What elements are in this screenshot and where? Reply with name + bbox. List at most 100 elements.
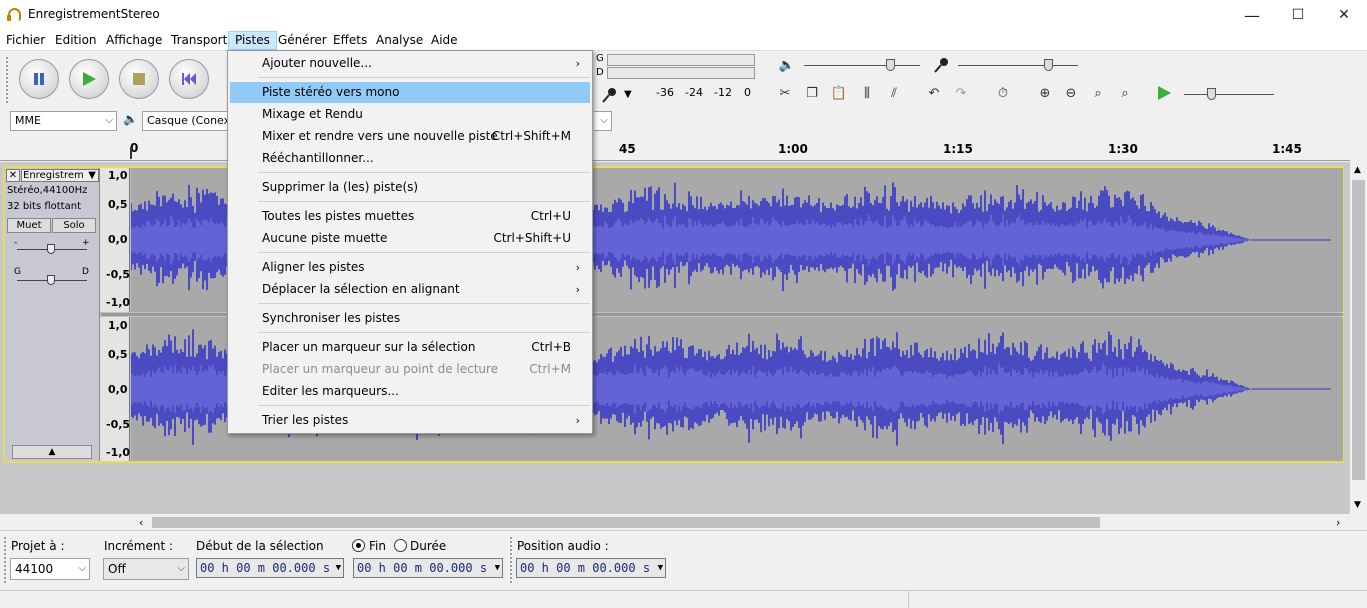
- menu-generer[interactable]: Générer: [272, 31, 333, 50]
- collapse-up-icon: ▲: [48, 447, 56, 457]
- selection-start-dropdown-icon[interactable]: ▼: [336, 559, 341, 577]
- gain-slider-thumb[interactable]: [47, 244, 55, 254]
- cut-icon[interactable]: ✂: [774, 82, 796, 104]
- meter-tick-12: -12: [714, 86, 732, 99]
- sync-lock-icon[interactable]: ⏱: [992, 82, 1014, 104]
- menu-item-sort-tracks[interactable]: Trier les pistes ›: [230, 410, 590, 431]
- recording-meter-left[interactable]: [607, 54, 755, 66]
- menu-fichier[interactable]: Fichier: [0, 31, 51, 50]
- collapse-track-button[interactable]: ▲: [12, 445, 92, 459]
- trim-icon[interactable]: ⫼: [856, 82, 878, 104]
- menu-item-align-tracks[interactable]: Aligner les pistes ›: [230, 257, 590, 278]
- audio-position-grip[interactable]: [510, 537, 512, 583]
- track-close-button[interactable]: ✕: [6, 169, 20, 182]
- menu-item-mix-render-new-track[interactable]: Mixer et rendre vers une nouvelle piste C…: [230, 126, 590, 147]
- ruler-label-1-45: 1:45: [1272, 142, 1302, 156]
- undo-icon[interactable]: ↶: [923, 82, 945, 104]
- zoom-out-icon[interactable]: ⊖: [1060, 82, 1082, 104]
- playback-volume-slider[interactable]: [804, 65, 920, 66]
- selection-end-value: 00 h 00 m 00.000 s: [357, 561, 488, 575]
- playhead-marker[interactable]: [130, 147, 136, 159]
- output-device-dropdown[interactable]: ⌵: [594, 111, 612, 131]
- menu-item-mix-render[interactable]: Mixage et Rendu: [230, 104, 590, 125]
- copy-icon[interactable]: ❐: [801, 82, 823, 104]
- play-at-speed-button[interactable]: [1153, 82, 1175, 104]
- close-button[interactable]: ✕: [1321, 0, 1367, 30]
- menu-item-edit-labels[interactable]: Editer les marqueurs...: [230, 381, 590, 402]
- record-volume-slider[interactable]: [958, 65, 1078, 66]
- pause-button[interactable]: [19, 59, 59, 99]
- selection-end-dropdown-icon[interactable]: ▼: [495, 559, 500, 577]
- output-device-select[interactable]: Casque (Conexan: [142, 111, 232, 131]
- meter-dropdown-arrow[interactable]: ▼: [624, 89, 632, 100]
- stop-button[interactable]: [119, 59, 159, 99]
- pan-slider-thumb[interactable]: [47, 275, 55, 285]
- horizontal-scrollbar[interactable]: ‹ ›: [0, 515, 1350, 530]
- record-volume-thumb[interactable]: [1044, 59, 1053, 71]
- menu-edition[interactable]: Edition: [49, 31, 103, 50]
- scroll-left-icon[interactable]: ‹: [139, 516, 143, 529]
- fit-selection-icon[interactable]: ⌕: [1087, 82, 1109, 104]
- menu-item-stereo-to-mono[interactable]: Piste stéréo vers mono: [230, 82, 590, 103]
- selection-toolbar-grip[interactable]: [4, 537, 6, 583]
- menu-affichage[interactable]: Affichage: [100, 31, 168, 50]
- menu-item-remove-tracks[interactable]: Supprimer la (les) piste(s): [230, 177, 590, 198]
- track-mute-button[interactable]: Muet: [7, 218, 51, 233]
- scroll-right-icon[interactable]: ›: [1336, 516, 1340, 529]
- microphone-icon[interactable]: [598, 84, 620, 106]
- fit-project-icon[interactable]: ⌕: [1114, 82, 1136, 104]
- end-radio[interactable]: [352, 539, 365, 552]
- scroll-down-icon[interactable]: ▼: [1354, 500, 1361, 510]
- project-rate-select[interactable]: 44100 ⌵: [10, 558, 90, 580]
- menu-item-mute-all[interactable]: Toutes les pistes muettes Ctrl+U: [230, 206, 590, 227]
- scale-r-neg-0-5: -0,5: [106, 418, 131, 431]
- track-solo-button[interactable]: Solo: [52, 218, 96, 233]
- toolbar-grip[interactable]: [6, 57, 10, 103]
- zoom-in-icon[interactable]: ⊕: [1034, 82, 1056, 104]
- menu-separator: [258, 252, 590, 253]
- vertical-scroll-thumb[interactable]: [1352, 180, 1365, 480]
- play-speed-slider[interactable]: [1184, 94, 1274, 95]
- play-button[interactable]: [69, 59, 109, 99]
- vertical-scrollbar[interactable]: ▲ ▼: [1350, 162, 1367, 515]
- menu-item-add-new-label: Ajouter nouvelle...: [262, 56, 372, 70]
- audio-position-dropdown-icon[interactable]: ▼: [658, 559, 663, 577]
- menu-item-add-new[interactable]: Ajouter nouvelle... ›: [230, 53, 590, 74]
- selection-start-label: Début de la sélection: [196, 539, 324, 553]
- menu-analyse[interactable]: Analyse: [370, 31, 429, 50]
- audio-position-value: 00 h 00 m 00.000 s: [520, 561, 651, 575]
- playback-volume-thumb[interactable]: [886, 59, 895, 71]
- horizontal-scroll-thumb[interactable]: [152, 517, 1100, 528]
- minimize-button[interactable]: —: [1229, 0, 1275, 30]
- menu-item-move-selection-align[interactable]: Déplacer la sélection en alignant ›: [230, 279, 590, 300]
- duration-radio[interactable]: [394, 539, 407, 552]
- recording-meter-right[interactable]: [607, 67, 755, 79]
- track-bit-depth-info: 32 bits flottant: [7, 201, 81, 212]
- menu-item-label-at-selection[interactable]: Placer un marqueur sur la sélection Ctrl+…: [230, 337, 590, 358]
- paste-icon[interactable]: 📋: [828, 82, 850, 104]
- gain-plus-label: +: [82, 238, 90, 248]
- skip-start-button[interactable]: [169, 59, 209, 99]
- menu-effets[interactable]: Effets: [327, 31, 373, 50]
- menu-item-resample[interactable]: Rééchantillonner...: [230, 148, 590, 169]
- menu-aide[interactable]: Aide: [425, 31, 464, 50]
- selection-start-field[interactable]: 00 h 00 m 00.000 s ▼: [196, 558, 344, 578]
- scroll-up-icon[interactable]: ▲: [1354, 165, 1361, 175]
- maximize-button[interactable]: ☐: [1275, 0, 1321, 30]
- snap-select[interactable]: Off ⌵: [103, 558, 189, 580]
- menu-pistes[interactable]: Pistes: [228, 31, 277, 50]
- redo-icon[interactable]: ↷: [950, 82, 972, 104]
- play-speed-thumb[interactable]: [1207, 88, 1216, 100]
- selection-end-field[interactable]: 00 h 00 m 00.000 s ▼: [353, 558, 503, 578]
- menu-item-sync-tracks[interactable]: Synchroniser les pistes: [230, 308, 590, 329]
- menu-item-unmute-all[interactable]: Aucune piste muette Ctrl+Shift+U: [230, 228, 590, 249]
- menu-transport[interactable]: Transport: [165, 31, 233, 50]
- track-menu-arrow-icon: ▼: [88, 170, 96, 181]
- audacity-app-icon: [7, 8, 21, 21]
- silence-icon[interactable]: ⫽: [883, 82, 905, 104]
- audio-host-select[interactable]: MME ⌵: [10, 111, 117, 131]
- timeline-ruler[interactable]: 0: [0, 137, 1350, 161]
- track-name-menu[interactable]: Enregistrem ▼: [21, 169, 99, 182]
- ruler-label-1-00: 1:00: [778, 142, 808, 156]
- audio-position-field[interactable]: 00 h 00 m 00.000 s ▼: [516, 558, 666, 578]
